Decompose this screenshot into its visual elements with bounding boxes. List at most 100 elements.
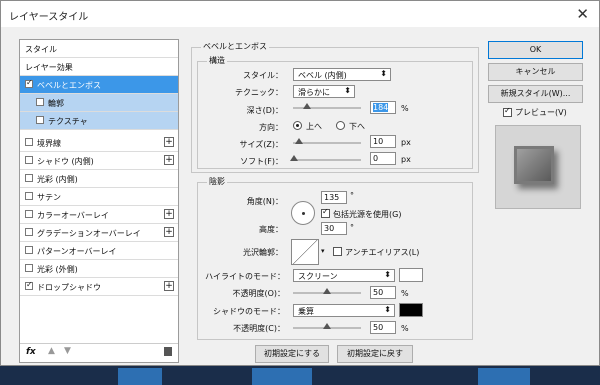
angle-dial[interactable]: [291, 201, 315, 225]
size-slider[interactable]: [293, 138, 361, 144]
list-item-layer-effects[interactable]: レイヤー効果: [20, 58, 178, 76]
list-item-label: サテン: [37, 193, 61, 202]
effects-list: スタイル レイヤー効果 ベベルとエンボス 輪郭 テクスチャ 境界線 + シャドウ …: [19, 39, 179, 363]
add-effect-button[interactable]: +: [164, 137, 174, 147]
list-item-texture[interactable]: テクスチャ: [20, 112, 178, 130]
direction-up-label: 上へ: [306, 122, 322, 131]
outer-glow-checkbox[interactable]: [25, 264, 33, 272]
gradient-overlay-checkbox[interactable]: [25, 228, 33, 236]
taskbar-app[interactable]: [478, 368, 530, 385]
slider-thumb[interactable]: [290, 155, 298, 161]
inner-glow-checkbox[interactable]: [25, 174, 33, 182]
highlight-opacity-slider[interactable]: [293, 288, 361, 294]
soften-value: 0: [373, 154, 379, 163]
chevron-down-icon: ⬍: [380, 69, 387, 78]
list-item-pattern-overlay[interactable]: パターンオーバーレイ: [20, 242, 178, 260]
slider-thumb[interactable]: [303, 103, 311, 109]
chevron-down-icon: ⬍: [384, 305, 391, 314]
list-item-style[interactable]: スタイル: [20, 40, 178, 58]
list-item-label: テクスチャ: [48, 117, 88, 126]
slider-thumb[interactable]: [295, 138, 303, 144]
add-effect-button[interactable]: +: [164, 155, 174, 165]
size-unit: px: [401, 138, 411, 147]
list-item-satin[interactable]: サテン: [20, 188, 178, 206]
satin-checkbox[interactable]: [25, 192, 33, 200]
color-overlay-checkbox[interactable]: [25, 210, 33, 218]
depth-slider[interactable]: [293, 103, 361, 109]
list-item-label: ベベルとエンボス: [37, 81, 101, 90]
trash-icon[interactable]: [164, 347, 172, 356]
list-item-stroke[interactable]: 境界線 +: [20, 134, 178, 152]
list-item-bevel-emboss[interactable]: ベベルとエンボス: [20, 76, 178, 94]
move-up-icon[interactable]: ▲: [48, 346, 55, 356]
reset-to-default-button[interactable]: 初期設定に戻す: [337, 345, 413, 363]
antialias-label: アンチエイリアス(L): [345, 248, 420, 257]
close-icon[interactable]: ✕: [576, 5, 589, 23]
texture-checkbox[interactable]: [36, 116, 44, 124]
soften-slider[interactable]: [290, 155, 361, 161]
altitude-input[interactable]: 30: [321, 222, 347, 235]
list-item-contour[interactable]: 輪郭: [20, 94, 178, 112]
drop-shadow-checkbox[interactable]: [25, 280, 33, 290]
list-item-inner-shadow[interactable]: シャドウ (内側) +: [20, 152, 178, 170]
list-item-inner-glow[interactable]: 光彩 (内側): [20, 170, 178, 188]
style-dropdown[interactable]: ベベル (内側) ⬍: [293, 68, 391, 81]
effects-toolbar: fx ▲ ▼: [20, 343, 178, 362]
taskbar-app[interactable]: [252, 368, 312, 385]
shadow-opacity-input[interactable]: 50: [370, 321, 396, 334]
angle-input[interactable]: 135: [321, 191, 347, 204]
percent-unit: %: [401, 289, 409, 298]
highlight-mode-label: ハイライトのモード：: [205, 272, 285, 281]
shadow-opacity-slider[interactable]: [293, 323, 361, 329]
shadow-opacity-value: 50: [373, 323, 384, 332]
stroke-checkbox[interactable]: [25, 138, 33, 146]
depth-input[interactable]: 184: [370, 101, 396, 114]
new-style-button[interactable]: 新規スタイル(W)...: [488, 85, 583, 103]
angle-degree-unit: °: [350, 191, 354, 200]
make-default-button[interactable]: 初期設定にする: [255, 345, 329, 363]
direction-down-label: 下へ: [349, 122, 365, 131]
shadow-color-swatch[interactable]: [399, 303, 423, 317]
add-effect-button[interactable]: +: [164, 281, 174, 291]
contour-checkbox[interactable]: [36, 98, 44, 106]
bevel-checkbox[interactable]: [25, 78, 33, 88]
technique-dropdown[interactable]: 滑らかに ⬍: [293, 85, 355, 98]
highlight-opacity-input[interactable]: 50: [370, 286, 396, 299]
list-item-label: カラーオーバーレイ: [37, 211, 109, 220]
preview-checkbox[interactable]: [503, 106, 512, 117]
inner-shadow-checkbox[interactable]: [25, 156, 33, 164]
list-item-outer-glow[interactable]: 光彩 (外側): [20, 260, 178, 278]
add-effect-button[interactable]: +: [164, 209, 174, 219]
direction-label: 方向：: [259, 123, 283, 132]
bevel-group-title: ベベルとエンボス: [201, 41, 269, 52]
global-light-checkbox[interactable]: [321, 207, 330, 218]
soften-unit: px: [401, 155, 411, 164]
move-down-icon[interactable]: ▼: [64, 346, 71, 356]
cancel-button[interactable]: キャンセル: [488, 63, 583, 81]
shadow-mode-dropdown[interactable]: 乗算 ⬍: [293, 304, 395, 317]
highlight-color-swatch[interactable]: [399, 268, 423, 282]
gloss-contour-preview[interactable]: [291, 239, 319, 265]
slider-thumb[interactable]: [323, 288, 331, 294]
highlight-mode-dropdown[interactable]: スクリーン ⬍: [293, 269, 395, 282]
altitude-value: 30: [324, 224, 335, 233]
taskbar-app[interactable]: [118, 368, 162, 385]
pattern-overlay-checkbox[interactable]: [25, 246, 33, 254]
fx-icon[interactable]: fx: [26, 347, 36, 357]
direction-down-radio[interactable]: [336, 121, 345, 130]
add-effect-button[interactable]: +: [164, 227, 174, 237]
list-item-color-overlay[interactable]: カラーオーバーレイ +: [20, 206, 178, 224]
soften-input[interactable]: 0: [370, 152, 396, 165]
chevron-down-icon[interactable]: ▾: [321, 247, 325, 255]
list-item-gradient-overlay[interactable]: グラデーションオーバーレイ +: [20, 224, 178, 242]
style-preview-box: [495, 125, 581, 209]
ok-button[interactable]: OK: [488, 41, 583, 59]
list-item-drop-shadow[interactable]: ドロップシャドウ +: [20, 278, 178, 296]
shading-group-title: 陰影: [207, 176, 227, 187]
direction-up-radio[interactable]: [293, 121, 302, 130]
antialias-checkbox[interactable]: [333, 247, 342, 256]
size-input[interactable]: 10: [370, 135, 396, 148]
slider-thumb[interactable]: [323, 323, 331, 329]
depth-unit: %: [401, 104, 409, 113]
depth-value: 184: [373, 103, 389, 112]
